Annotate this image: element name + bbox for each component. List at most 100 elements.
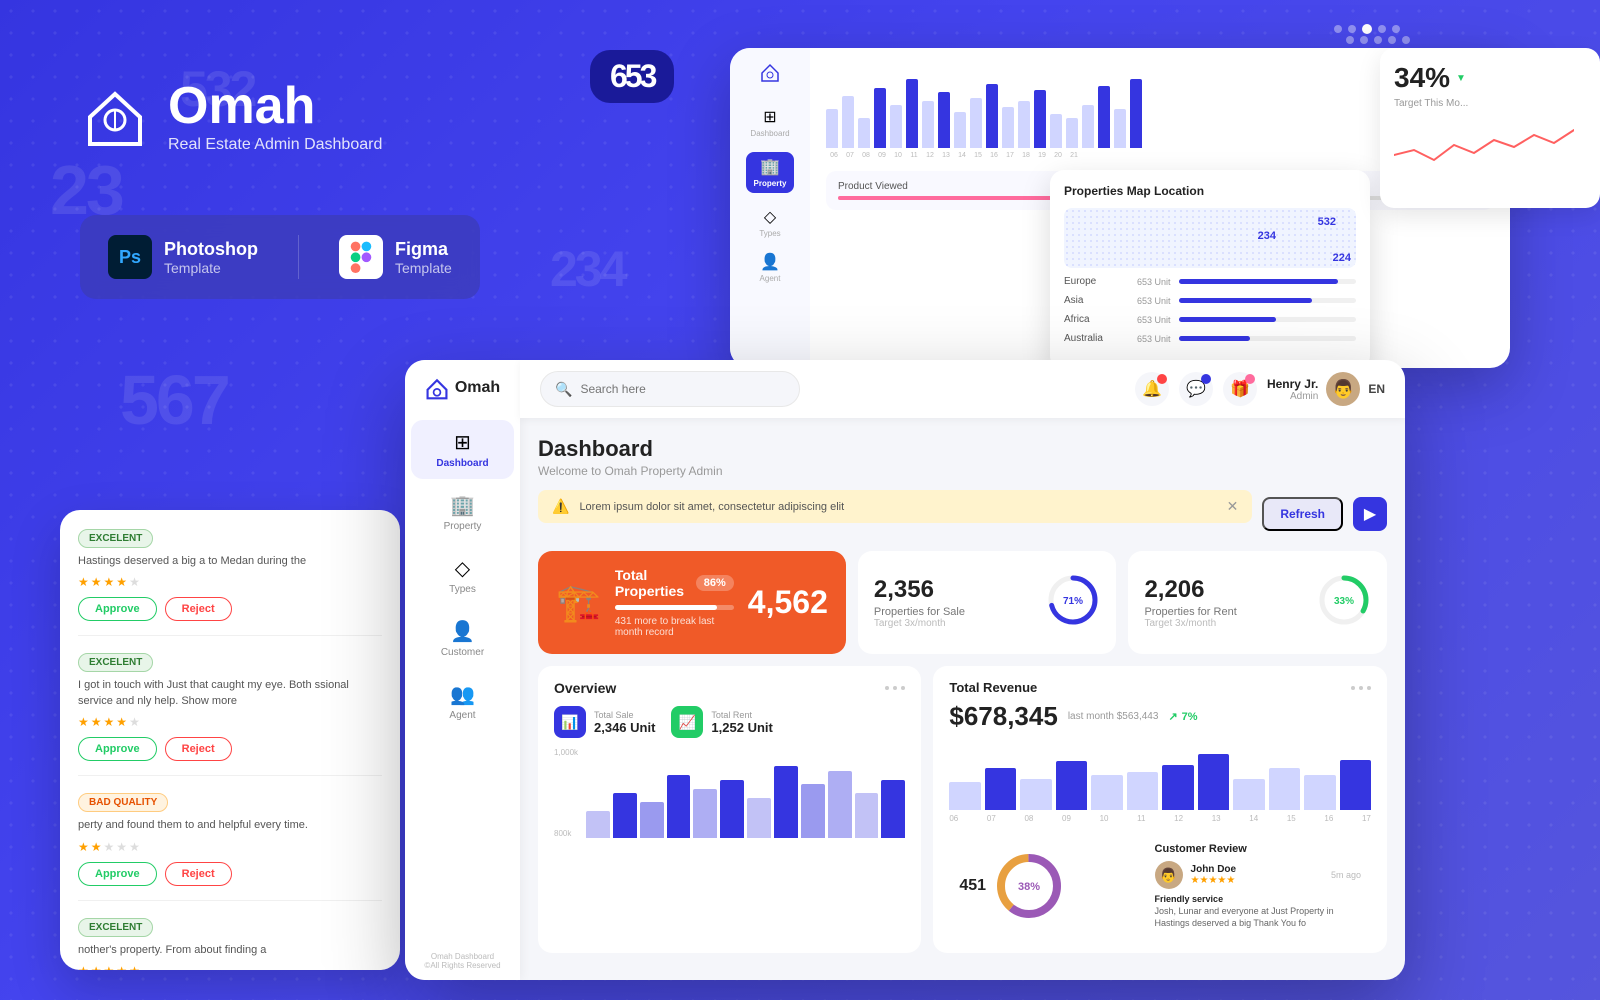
oc-header: Overview xyxy=(554,680,905,696)
ps-label: Photoshop xyxy=(164,239,258,260)
reject-button-1[interactable]: Reject xyxy=(165,597,232,621)
pmc-australia: Australia 653 Unit xyxy=(1064,333,1356,344)
review-text-2: I got in touch with Just that caught my … xyxy=(78,678,382,709)
cr-user-row: 👨 John Doe ★★★★★ 5m ago xyxy=(1155,861,1361,889)
approve-button-1[interactable]: Approve xyxy=(78,597,157,621)
pie-value: 451 xyxy=(959,877,986,895)
oc-sale-info: Total Sale 2,346 Unit xyxy=(594,710,655,735)
tp-value: 4,562 xyxy=(748,584,828,621)
template-divider xyxy=(298,235,299,279)
review-text-4: nother's property. From about finding a xyxy=(78,943,382,958)
oc-rent-label: Total Rent xyxy=(711,710,772,720)
language-selector[interactable]: EN xyxy=(1368,382,1385,396)
rc-sub: last month $563,443 xyxy=(1068,711,1159,722)
review-stars-4: ★ ★ ★ ★ ★ xyxy=(78,964,382,970)
user-profile[interactable]: Henry Jr. Admin 👨 EN xyxy=(1267,372,1385,406)
template-cards-container: Ps Photoshop Template Figma Template xyxy=(80,215,480,299)
template-card-figma[interactable]: Figma Template xyxy=(339,235,452,279)
pfs-circle: 71% xyxy=(1046,573,1100,632)
world-map-bg: 532 234 224 xyxy=(1064,208,1356,268)
pmc-region-australia: Australia xyxy=(1064,333,1129,344)
refresh-button[interactable]: Refresh xyxy=(1262,497,1343,531)
md-content: Dashboard Welcome to Omah Property Admin… xyxy=(520,418,1405,980)
tp-icon: 🏗️ xyxy=(556,582,601,624)
rc-title: Total Revenue xyxy=(949,680,1037,695)
brand-tagline: Real Estate Admin Dashboard xyxy=(168,136,382,154)
sidebar-dashboard-label: Dashboard xyxy=(436,458,488,469)
review-badge-2: EXCELENT xyxy=(78,653,153,672)
brand-logo-text: Omah Real Estate Admin Dashboard xyxy=(168,80,382,154)
bottom-row: Overview 📊 Total xyxy=(538,666,1387,953)
bottom-section: 451 38% Customer Review 👨 xyxy=(949,833,1371,939)
sidebar-footer: Omah Dashboard ©All Rights Reserved xyxy=(414,942,510,980)
message-button[interactable]: 💬 xyxy=(1179,372,1213,406)
ind-dot2-5 xyxy=(1402,36,1410,44)
user-info: Henry Jr. Admin xyxy=(1267,377,1318,402)
figma-icon xyxy=(339,235,383,279)
approve-button-2[interactable]: Approve xyxy=(78,737,157,761)
ind-dot2-4 xyxy=(1388,36,1396,44)
reject-button-2[interactable]: Reject xyxy=(165,737,232,761)
cr-user-name: John Doe xyxy=(1191,864,1237,875)
sidebar-item-property[interactable]: 🏢 Property xyxy=(411,483,515,542)
figma-info: Figma Template xyxy=(395,239,452,276)
dcb-sidebar: ⊞ Dashboard 🏢 Property ◇ Types 👤 Agent xyxy=(730,48,810,368)
gift-button[interactable]: 🎁 xyxy=(1223,372,1257,406)
pie-chart-container: 451 38% xyxy=(949,833,1134,939)
types-icon: ◇ xyxy=(455,556,470,581)
properties-for-rent-card: 2,206 Properties for Rent Target 3x/mont… xyxy=(1128,551,1387,654)
sidebar-types-label: Types xyxy=(449,584,476,595)
bg-number-567: 567 xyxy=(120,360,228,440)
revenue-ext-card: 34% ▼ Target This Mo... xyxy=(1380,48,1600,208)
reject-button-3[interactable]: Reject xyxy=(165,862,232,886)
cr-avatar: 👨 xyxy=(1155,861,1183,889)
pfs-label: Properties for Sale xyxy=(874,606,1035,618)
sidebar-agent-label: Agent xyxy=(449,710,475,721)
ind-dot-4 xyxy=(1378,25,1386,33)
sidebar-item-customer[interactable]: 👤 Customer xyxy=(411,609,515,668)
ind-dot-5 xyxy=(1392,25,1400,33)
pfr-circle: 33% xyxy=(1317,573,1371,632)
oc-stat-rent: 📈 Total Rent 1,252 Unit xyxy=(671,706,772,738)
cr-review-title: Friendly service xyxy=(1155,894,1361,904)
bg-number-234: 234 xyxy=(550,240,624,298)
action-button[interactable]: ▶ xyxy=(1353,497,1387,531)
bell-button[interactable]: 🔔 xyxy=(1135,372,1169,406)
properties-map-card: Properties Map Location 532 234 224 Euro… xyxy=(1050,170,1370,370)
ind-dot2-3 xyxy=(1374,36,1382,44)
pfs-info: 2,356 Properties for Sale Target 3x/mont… xyxy=(874,576,1035,629)
tp-badge: 86% xyxy=(696,575,734,591)
template-card-photoshop[interactable]: Ps Photoshop Template xyxy=(108,235,258,279)
search-bar[interactable]: 🔍 xyxy=(540,371,800,407)
notif-text: Lorem ipsum dolor sit amet, consectetur … xyxy=(579,501,844,513)
bg-number-653-badge: 653 xyxy=(590,50,674,103)
approve-button-3[interactable]: Approve xyxy=(78,862,157,886)
review-item-2: EXCELENT I got in touch with Just that c… xyxy=(78,652,382,776)
overview-card: Overview 📊 Total xyxy=(538,666,921,953)
sidebar-item-dashboard[interactable]: ⊞ Dashboard xyxy=(411,420,515,479)
md-header: 🔍 🔔 💬 🎁 Henry Jr. xyxy=(520,360,1405,418)
search-input[interactable] xyxy=(580,382,785,396)
cr-stars: ★★★★★ xyxy=(1191,875,1237,886)
cr-time: 5m ago xyxy=(1331,870,1361,880)
page-title: Dashboard xyxy=(538,436,1387,462)
tp-label: Total Properties 86% xyxy=(615,567,734,599)
brand-logo-icon xyxy=(80,82,150,152)
rc-trend: ↗ 7% xyxy=(1168,710,1197,723)
pmc-region-africa: Africa xyxy=(1064,314,1129,325)
sidebar-item-agent[interactable]: 👥 Agent xyxy=(411,672,515,731)
oc-rent-value: 1,252 Unit xyxy=(711,720,772,735)
notif-icon: ⚠️ xyxy=(552,498,569,515)
review-panel: EXCELENT Hastings deserved a big a to Me… xyxy=(60,510,400,970)
ind-dot-1 xyxy=(1334,25,1342,33)
sidebar-item-types[interactable]: ◇ Types xyxy=(411,546,515,605)
dashboard-icon: ⊞ xyxy=(454,430,471,455)
page-header: Dashboard Welcome to Omah Property Admin xyxy=(538,436,1387,478)
oc-y-labels: 1,000k 800k xyxy=(554,748,578,838)
revenue-ext-chart xyxy=(1394,115,1574,175)
pmc-africa: Africa 653 Unit xyxy=(1064,314,1356,325)
pie-chart-svg: 38% xyxy=(994,851,1064,921)
pfr-value: 2,206 xyxy=(1144,576,1305,604)
notif-close-button[interactable]: ✕ xyxy=(1227,498,1239,515)
review-text-1: Hastings deserved a big a to Medan durin… xyxy=(78,554,382,569)
